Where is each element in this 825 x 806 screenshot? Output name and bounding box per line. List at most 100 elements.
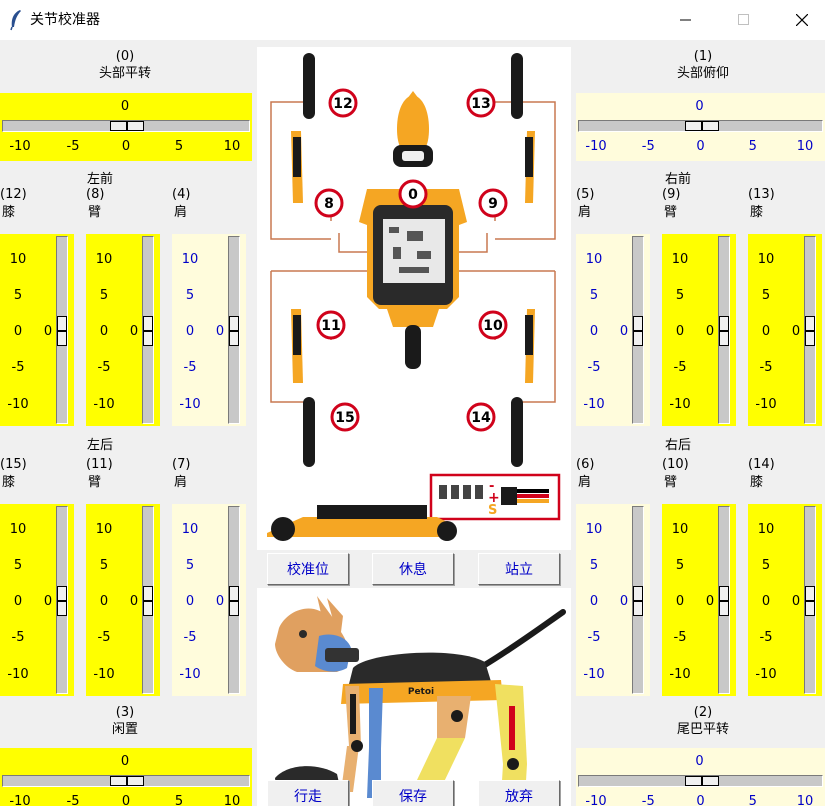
scale-trough[interactable] (142, 236, 154, 424)
save-button[interactable]: 保存 (372, 780, 454, 806)
close-button[interactable] (773, 0, 825, 40)
scale-trough[interactable] (56, 506, 68, 694)
scale-trough[interactable] (142, 506, 154, 694)
arm-scale-10[interactable]: (10) 臂 10 5 0 -5 -10 0 (662, 456, 736, 696)
stand-button[interactable]: 站立 (478, 553, 560, 585)
scale-trough[interactable] (804, 236, 816, 424)
shoulder-scale-4[interactable]: (4) 肩 10 5 0 -5 -10 0 (172, 186, 246, 426)
scale-tick: -10 (9, 794, 31, 806)
arm-scale-11[interactable]: (11) 臂 10 5 0 -5 -10 0 (86, 456, 160, 696)
scale-tick: -10 (583, 397, 605, 412)
scale-trough[interactable] (578, 120, 823, 132)
minimize-button[interactable] (657, 0, 715, 40)
scale-tick: -10 (755, 667, 777, 682)
vscale-index: (13) (748, 187, 775, 202)
scale-tick: -5 (673, 360, 687, 375)
tail-pan-scale[interactable]: 0 -10 -5 0 5 10 (576, 748, 825, 806)
group-back-right: 右后 (664, 438, 692, 453)
scale-tick: -10 (585, 794, 607, 806)
scale-tick: 0 (185, 594, 195, 609)
close-icon (796, 14, 808, 26)
head-pan-scale[interactable]: 0 -10 -5 0 5 10 (0, 93, 252, 161)
scale-trough[interactable] (228, 236, 240, 424)
shoulder-scale-5[interactable]: (5) 肩 10 5 0 -5 -10 0 (576, 186, 650, 426)
vscale-index: (9) (662, 187, 681, 202)
knee-scale-12[interactable]: (12) 膝 10 5 0 -5 -10 0 (0, 186, 74, 426)
arm-scale-8[interactable]: (8) 臂 10 5 0 -5 -10 0 (86, 186, 160, 426)
robot-dog-graphic: Petoi (275, 596, 566, 798)
knee-scale-14[interactable]: (14) 膝 10 5 0 -5 -10 0 (748, 456, 822, 696)
scale-trough[interactable] (718, 236, 730, 424)
servo-badge-12: 12 (333, 96, 352, 112)
knee-scale-13[interactable]: (13) 膝 10 5 0 -5 -10 0 (748, 186, 822, 426)
scale-tick: -10 (179, 667, 201, 682)
vscale-index: (14) (748, 457, 775, 472)
scale-trough[interactable] (2, 120, 250, 132)
scale-tick: -10 (179, 397, 201, 412)
walk-button[interactable]: 行走 (267, 780, 349, 806)
shoulder-scale-6[interactable]: (6) 肩 10 5 0 -5 -10 0 (576, 456, 650, 696)
scale-slider-thumb[interactable] (719, 586, 729, 616)
scale-trough[interactable] (56, 236, 68, 424)
scale-slider-thumb[interactable] (143, 586, 153, 616)
scale-slider-thumb[interactable] (633, 586, 643, 616)
scale-value: 0 (619, 594, 629, 609)
scale-tick: 0 (99, 324, 109, 339)
vscale-name: 膝 (750, 205, 764, 220)
scale-slider-thumb[interactable] (633, 316, 643, 346)
vscale-index: (7) (172, 457, 191, 472)
scale-value: 0 (120, 99, 130, 114)
scale-trough[interactable] (804, 506, 816, 694)
scale-slider-thumb[interactable] (719, 316, 729, 346)
scale-tick: 10 (671, 252, 689, 267)
scale-tick: 0 (589, 324, 599, 339)
scale-slider-thumb[interactable] (57, 316, 67, 346)
vscale-index: (12) (0, 187, 27, 202)
scale-trough[interactable] (228, 506, 240, 694)
arm-scale-9[interactable]: (9) 臂 10 5 0 -5 -10 0 (662, 186, 736, 426)
vscale-name: 膝 (2, 475, 16, 490)
scale-slider-thumb[interactable] (143, 316, 153, 346)
servo-badge-8: 8 (324, 196, 334, 212)
minimize-icon (680, 19, 691, 21)
vscale-name: 肩 (174, 475, 188, 490)
scale-slider-thumb[interactable] (57, 586, 67, 616)
servo-badge-15: 15 (335, 410, 354, 426)
maximize-button[interactable] (715, 0, 773, 40)
scale-tick: 0 (121, 139, 131, 154)
knee-scale-15[interactable]: (15) 膝 10 5 0 -5 -10 0 (0, 456, 74, 696)
scale-slider-thumb[interactable] (229, 316, 239, 346)
scale-slider-thumb[interactable] (110, 121, 144, 131)
hscale-index-idle: (3) (115, 705, 135, 720)
scale-slider-thumb[interactable] (229, 586, 239, 616)
scale-trough[interactable] (718, 506, 730, 694)
scale-slider-thumb[interactable] (110, 776, 144, 786)
scale-slider-thumb[interactable] (805, 316, 815, 346)
scale-tick: -5 (11, 360, 25, 375)
servo-badge-11: 11 (321, 318, 340, 334)
vscale-index: (4) (172, 187, 191, 202)
head-tilt-scale[interactable]: 0 -10 -5 0 5 10 (576, 93, 825, 161)
scale-tick: -10 (669, 667, 691, 682)
scale-trough[interactable] (632, 236, 644, 424)
scale-trough[interactable] (2, 775, 250, 787)
calibrate-button[interactable]: 校准位 (267, 553, 349, 585)
scale-trough[interactable] (632, 506, 644, 694)
hscale-index-head-pan: (0) (115, 49, 135, 64)
scale-tick: 10 (223, 139, 241, 154)
scale-slider-thumb[interactable] (684, 776, 719, 786)
idle-scale[interactable]: 0 -10 -5 0 5 10 (0, 748, 252, 806)
scale-slider-thumb[interactable] (805, 586, 815, 616)
shoulder-scale-7[interactable]: (7) 肩 10 5 0 -5 -10 0 (172, 456, 246, 696)
title-bar: 关节校准器 (0, 0, 825, 40)
scale-trough[interactable] (578, 775, 823, 787)
scale-value: 0 (695, 754, 704, 769)
scale-tick: -5 (587, 360, 601, 375)
abort-button[interactable]: 放弃 (478, 780, 560, 806)
scale-tick: 5 (675, 558, 685, 573)
vscale-index: (10) (662, 457, 689, 472)
rest-button[interactable]: 休息 (372, 553, 454, 585)
scale-tick: 10 (95, 522, 113, 537)
vscale-name: 臂 (664, 475, 678, 490)
scale-slider-thumb[interactable] (684, 121, 719, 131)
